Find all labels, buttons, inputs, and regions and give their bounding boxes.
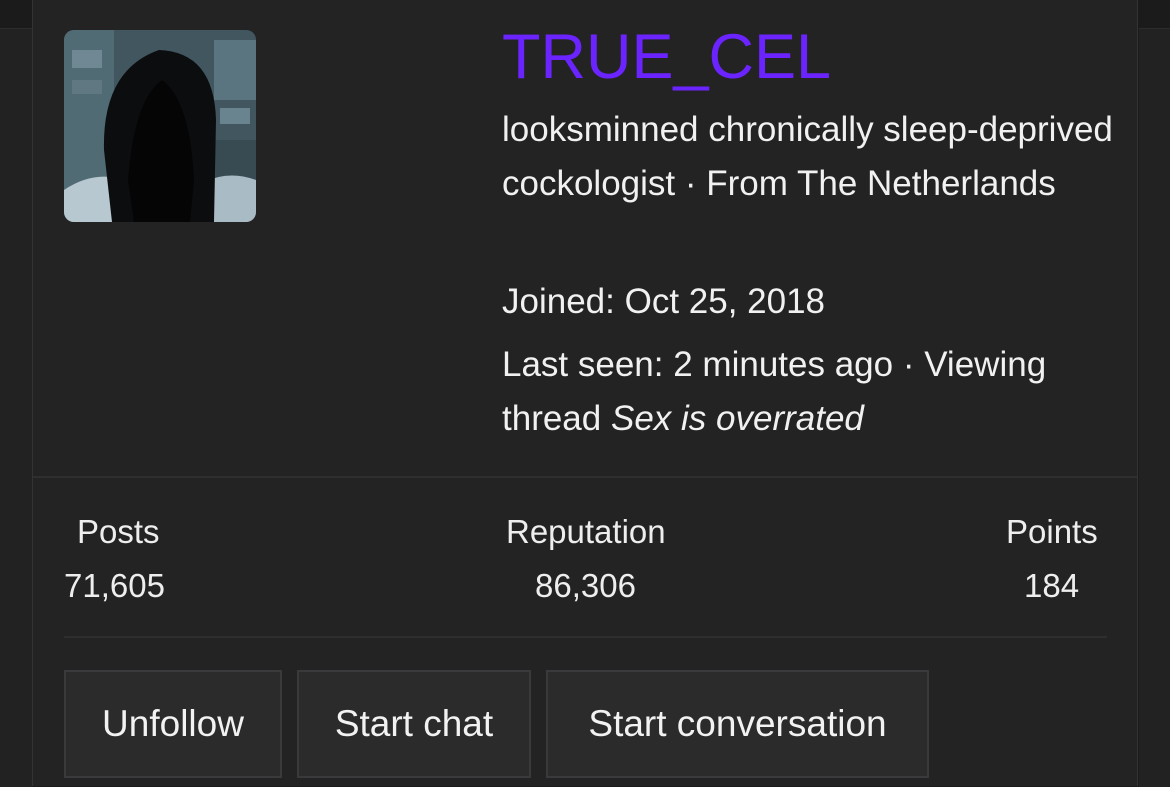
joined-info: Joined: Oct 25, 2018 [502, 275, 1122, 329]
stats-divider [64, 636, 1107, 638]
avatar-image [64, 30, 256, 222]
member-tooltip-card: TRUE_CEL looksminned chronically sleep-d… [32, 0, 1138, 786]
background-panel-left [0, 28, 32, 787]
username[interactable]: TRUE_CEL [502, 24, 831, 90]
avatar[interactable] [64, 30, 256, 222]
last-seen-info: Last seen: 2 minutes ago · Viewing threa… [502, 338, 1122, 446]
stat-label-posts: Posts [77, 513, 160, 550]
background-panel-right [1139, 28, 1170, 787]
start-chat-button[interactable]: Start chat [297, 670, 531, 778]
joined-date[interactable]: Oct 25, 2018 [625, 282, 825, 321]
user-tagline: looksminned chronically sleep-deprived c… [502, 110, 1113, 203]
stat-label-reputation: Reputation [506, 513, 666, 550]
last-seen-time: 2 minutes ago [673, 345, 894, 384]
stat-value-reputation[interactable]: 86,306 [535, 566, 636, 606]
stat-value-points[interactable]: 184 [1024, 566, 1079, 606]
start-conversation-button[interactable]: Start conversation [546, 670, 929, 778]
stat-label-points: Points [1006, 513, 1098, 550]
unfollow-button[interactable]: Unfollow [64, 670, 282, 778]
section-divider [33, 476, 1137, 478]
joined-label: Joined: [502, 282, 615, 321]
stat-value-posts[interactable]: 71,605 [64, 566, 165, 606]
last-seen-label: Last seen: [502, 345, 664, 384]
activity-thread-link[interactable]: Sex is overrated [611, 399, 864, 438]
